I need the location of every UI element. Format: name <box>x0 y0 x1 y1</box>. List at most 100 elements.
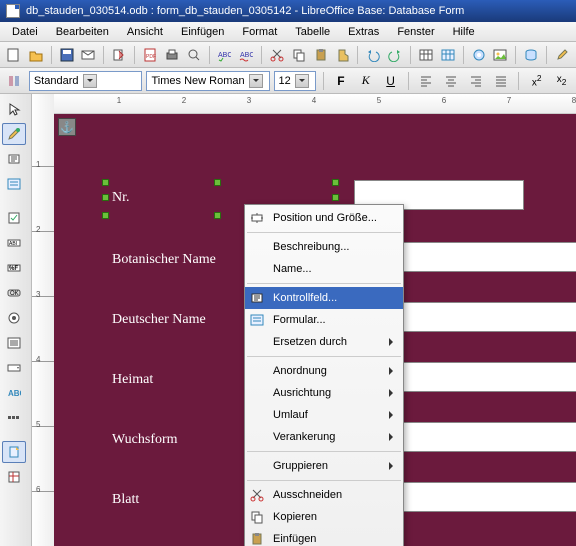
dropdown-icon[interactable] <box>83 74 97 88</box>
menu-extras[interactable]: Extras <box>340 24 387 40</box>
combobox-tool[interactable] <box>2 357 26 379</box>
underline-button[interactable]: U <box>380 70 401 92</box>
menu-ansicht[interactable]: Ansicht <box>119 24 171 40</box>
textbox-tool[interactable]: ABI <box>2 232 26 254</box>
format-paint-button[interactable] <box>333 44 353 66</box>
cut-button[interactable] <box>267 44 287 66</box>
label-wuchsform[interactable]: Wuchsform <box>112 432 178 448</box>
formatted-tool[interactable]: %F <box>2 257 26 279</box>
ctx-umlauf[interactable]: Umlauf <box>245 404 403 426</box>
spellcheck-button[interactable]: ABC <box>214 44 234 66</box>
toolbar-sep <box>323 72 324 90</box>
pdf-button[interactable]: PDF <box>140 44 160 66</box>
svg-text:PDF: PDF <box>146 54 156 60</box>
align-center-button[interactable] <box>441 70 462 92</box>
form-properties-tool[interactable] <box>2 173 26 195</box>
selection-handle[interactable] <box>214 179 221 186</box>
subscript-button[interactable]: x2 <box>551 70 572 92</box>
form-canvas[interactable]: ⚓ Nr. Botanischer Name Deutscher Name He… <box>54 114 576 546</box>
selection-handle[interactable] <box>214 212 221 219</box>
ctx-formular[interactable]: Formular... <box>245 309 403 331</box>
bold-button[interactable]: F <box>331 70 352 92</box>
datasource-button[interactable] <box>521 44 541 66</box>
italic-button[interactable]: K <box>355 70 376 92</box>
styles-button[interactable] <box>4 70 25 92</box>
table-button[interactable] <box>416 44 436 66</box>
menu-einfuegen[interactable]: Einfügen <box>173 24 232 40</box>
align-justify-button[interactable] <box>491 70 512 92</box>
input-wuchsform[interactable] <box>402 422 576 452</box>
pushbutton-tool[interactable]: OK <box>2 282 26 304</box>
font-combo[interactable]: Times New Roman <box>146 71 269 91</box>
label-botanischer[interactable]: Botanischer Name <box>112 252 216 268</box>
ctx-name[interactable]: Name... <box>245 258 403 280</box>
align-left-button[interactable] <box>416 70 437 92</box>
paste-button[interactable] <box>311 44 331 66</box>
menu-tabelle[interactable]: Tabelle <box>287 24 338 40</box>
label-deutscher[interactable]: Deutscher Name <box>112 312 206 328</box>
gallery-button[interactable] <box>490 44 510 66</box>
ctx-verankerung[interactable]: Verankerung <box>245 426 403 448</box>
ctx-einfuegen[interactable]: Einfügen <box>245 528 403 546</box>
copy-button[interactable] <box>289 44 309 66</box>
size-combo[interactable]: 12 <box>274 71 316 91</box>
wizards-tool[interactable] <box>2 441 26 463</box>
input-botanischer[interactable] <box>402 242 576 272</box>
form-design-tool[interactable] <box>2 466 26 488</box>
ctx-ausrichtung[interactable]: Ausrichtung <box>245 382 403 404</box>
ctx-ersetzen[interactable]: Ersetzen durch <box>245 331 403 353</box>
listbox-tool[interactable] <box>2 332 26 354</box>
menu-fenster[interactable]: Fenster <box>389 24 442 40</box>
selection-handle[interactable] <box>102 179 109 186</box>
dropdown-icon[interactable] <box>295 74 309 88</box>
label-tool[interactable]: ABC <box>2 382 26 404</box>
selection-handle[interactable] <box>102 194 109 201</box>
save-button[interactable] <box>57 44 77 66</box>
open-button[interactable] <box>26 44 46 66</box>
input-heimat[interactable] <box>402 362 576 392</box>
ctx-kopieren[interactable]: Kopieren <box>245 506 403 528</box>
toolbar-sep <box>103 46 104 64</box>
vertical-ruler: 1 2 3 4 5 6 <box>32 94 54 546</box>
show-grid-button[interactable] <box>438 44 458 66</box>
ctx-gruppieren[interactable]: Gruppieren <box>245 455 403 477</box>
ctx-ausschneiden[interactable]: Ausschneiden <box>245 484 403 506</box>
select-tool[interactable] <box>2 98 26 120</box>
selection-handle[interactable] <box>332 194 339 201</box>
ctx-position[interactable]: Position und Größe... <box>245 207 403 229</box>
checkbox-tool[interactable] <box>2 207 26 229</box>
new-button[interactable] <box>4 44 24 66</box>
menu-bearbeiten[interactable]: Bearbeiten <box>48 24 117 40</box>
ctx-kontrollfeld[interactable]: Kontrollfeld... <box>245 287 403 309</box>
edit-button[interactable] <box>109 44 129 66</box>
input-blatt[interactable] <box>402 482 576 512</box>
ctx-anordnung[interactable]: Anordnung <box>245 360 403 382</box>
label-heimat[interactable]: Heimat <box>112 372 153 388</box>
menu-format[interactable]: Format <box>234 24 285 40</box>
design-mode-tool[interactable] <box>2 123 26 145</box>
dropdown-icon[interactable] <box>249 74 263 88</box>
ctx-beschreibung[interactable]: Beschreibung... <box>245 236 403 258</box>
selection-handle[interactable] <box>332 179 339 186</box>
print-button[interactable] <box>162 44 182 66</box>
edit-mode-button[interactable] <box>552 44 572 66</box>
undo-button[interactable] <box>363 44 383 66</box>
navigator-button[interactable] <box>469 44 489 66</box>
control-properties-tool[interactable] <box>2 148 26 170</box>
more-controls-tool[interactable] <box>2 407 26 429</box>
input-deutscher[interactable] <box>402 302 576 332</box>
menu-datei[interactable]: Datei <box>4 24 46 40</box>
menubar: Datei Bearbeiten Ansicht Einfügen Format… <box>0 22 576 42</box>
style-combo[interactable]: Standard <box>29 71 143 91</box>
optionbutton-tool[interactable] <box>2 307 26 329</box>
label-nr[interactable]: Nr. <box>112 190 130 206</box>
menu-hilfe[interactable]: Hilfe <box>445 24 483 40</box>
selection-handle[interactable] <box>102 212 109 219</box>
label-blatt[interactable]: Blatt <box>112 492 139 508</box>
email-button[interactable] <box>78 44 98 66</box>
superscript-button[interactable]: x2 <box>526 70 547 92</box>
redo-button[interactable] <box>385 44 405 66</box>
align-right-button[interactable] <box>466 70 487 92</box>
autospell-button[interactable]: ABC <box>236 44 256 66</box>
preview-button[interactable] <box>184 44 204 66</box>
